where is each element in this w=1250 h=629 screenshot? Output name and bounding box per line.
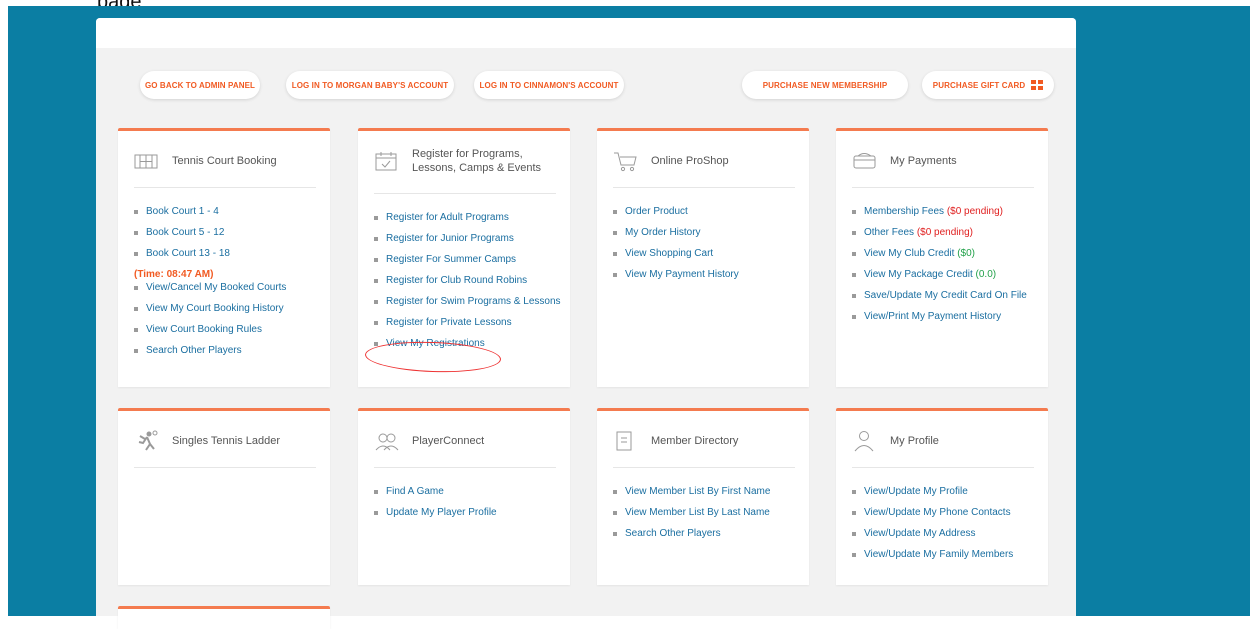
link-membership-fees[interactable]: Membership Fees ($0 pending) — [852, 205, 1042, 218]
divider — [374, 467, 556, 468]
link-update-phone-contacts[interactable]: View/Update My Phone Contacts — [852, 506, 1042, 519]
link-payment-history[interactable]: View/Print My Payment History — [852, 310, 1042, 323]
purchase-gift-card-button[interactable]: PURCHASE GIFT CARD — [922, 71, 1054, 99]
user-icon — [852, 430, 882, 452]
card-title-register: Register for Programs, Lessons, Camps & … — [374, 131, 554, 191]
link-other-fees[interactable]: Other Fees ($0 pending) — [852, 226, 1042, 239]
link-book-court-1-4[interactable]: Book Court 1 - 4 — [134, 205, 324, 218]
link-my-order-history[interactable]: My Order History — [613, 226, 803, 239]
link-view-shopping-cart[interactable]: View Shopping Cart — [613, 247, 803, 260]
club-credit-value: ($0) — [957, 248, 975, 259]
divider — [613, 187, 795, 188]
card-title-label: My Profile — [890, 435, 939, 447]
link-court-booking-rules[interactable]: View Court Booking Rules — [134, 323, 324, 336]
divider — [613, 467, 795, 468]
divider — [134, 187, 316, 188]
card-singles-tennis-ladder: Singles Tennis Ladder — [118, 408, 330, 585]
link-register-swim-programs[interactable]: Register for Swim Programs & Lessons — [374, 295, 564, 308]
link-card-on-file[interactable]: Save/Update My Credit Card On File — [852, 289, 1042, 302]
login-morgan-button[interactable]: LOG IN TO MORGAN BABY'S ACCOUNT — [286, 71, 454, 99]
link-view-cancel-booked-courts[interactable]: View/Cancel My Booked Courts — [134, 281, 324, 294]
playerconnect-links: Find A Game Update My Player Profile — [374, 485, 564, 527]
current-time-text: (Time: 08:47 AM) — [134, 269, 214, 280]
card-member-directory: Member Directory View Member List By Fir… — [597, 408, 809, 585]
membership-pending-badge: ($0 pending) — [946, 206, 1003, 217]
link-register-private-lessons[interactable]: Register for Private Lessons — [374, 316, 564, 329]
card-title-ladder: Singles Tennis Ladder — [134, 411, 314, 471]
card-my-profile: My Profile View/Update My Profile View/U… — [836, 408, 1048, 585]
divider — [852, 467, 1034, 468]
card-title-directory: Member Directory — [613, 411, 793, 471]
card-title-label: My Payments — [890, 155, 957, 167]
member-dashboard: GO BACK TO ADMIN PANEL LOG IN TO MORGAN … — [96, 18, 1076, 629]
link-member-list-first-name[interactable]: View Member List By First Name — [613, 485, 803, 498]
card-title-proshop: Online ProShop — [613, 131, 793, 191]
tennis-player-icon — [134, 430, 164, 452]
other-fees-label: Other Fees — [864, 227, 915, 238]
card-my-payments: My Payments Membership Fees ($0 pending)… — [836, 128, 1048, 387]
people-icon — [374, 430, 404, 452]
login-cinnamon-button[interactable]: LOG IN TO CINNAMON'S ACCOUNT — [474, 71, 624, 99]
link-book-court-13-18[interactable]: Book Court 13 - 18 — [134, 247, 324, 260]
gift-card-icon — [1031, 80, 1044, 90]
card-title-label: Register for Programs, Lessons, Camps & … — [412, 148, 542, 174]
link-order-product[interactable]: Order Product — [613, 205, 803, 218]
club-credit-label: View My Club Credit — [864, 248, 955, 259]
link-update-address[interactable]: View/Update My Address — [852, 527, 1042, 540]
card-title-label: Online ProShop — [651, 155, 729, 167]
register-links: Register for Adult Programs Register for… — [374, 211, 564, 358]
link-register-round-robins[interactable]: Register for Club Round Robins — [374, 274, 564, 287]
card-title-label: Member Directory — [651, 435, 739, 447]
directory-icon — [613, 430, 643, 452]
other-pending-badge: ($0 pending) — [916, 227, 973, 238]
link-register-junior-programs[interactable]: Register for Junior Programs — [374, 232, 564, 245]
membership-fees-label: Membership Fees — [864, 206, 945, 217]
link-update-profile[interactable]: View/Update My Profile — [852, 485, 1042, 498]
package-credit-value: (0.0) — [975, 269, 997, 280]
link-court-booking-history[interactable]: View My Court Booking History — [134, 302, 324, 315]
link-package-credit[interactable]: View My Package Credit (0.0) — [852, 268, 1042, 281]
card-title-label: Singles Tennis Ladder — [172, 435, 281, 447]
card-tennis-court-booking: Tennis Court Booking Book Court 1 - 4 Bo… — [118, 128, 330, 387]
link-book-court-5-12[interactable]: Book Court 5 - 12 — [134, 226, 324, 239]
link-search-other-players[interactable]: Search Other Players — [613, 527, 803, 540]
cart-icon — [613, 150, 643, 172]
card-title-profile: My Profile — [852, 411, 1032, 471]
link-club-credit[interactable]: View My Club Credit ($0) — [852, 247, 1042, 260]
purchase-membership-button[interactable]: PURCHASE NEW MEMBERSHIP — [742, 71, 908, 99]
card-online-proshop: Online ProShop Order Product My Order Hi… — [597, 128, 809, 387]
link-update-player-profile[interactable]: Update My Player Profile — [374, 506, 564, 519]
court-icon — [134, 150, 164, 172]
link-find-a-game[interactable]: Find A Game — [374, 485, 564, 498]
link-register-summer-camps[interactable]: Register For Summer Camps — [374, 253, 564, 266]
payment-icon — [852, 150, 882, 172]
divider — [134, 467, 316, 468]
link-view-payment-history[interactable]: View My Payment History — [613, 268, 803, 281]
link-member-list-last-name[interactable]: View Member List By Last Name — [613, 506, 803, 519]
panel-header — [96, 18, 1076, 48]
package-credit-label: View My Package Credit — [864, 269, 973, 280]
card-playerconnect: PlayerConnect Find A Game Update My Play… — [358, 408, 570, 585]
payments-links: Membership Fees ($0 pending) Other Fees … — [852, 205, 1042, 331]
link-update-family-members[interactable]: View/Update My Family Members — [852, 548, 1042, 561]
card-title-label: PlayerConnect — [412, 435, 485, 447]
divider — [374, 193, 556, 194]
calendar-icon — [374, 150, 404, 172]
card-title-playerconnect: PlayerConnect — [374, 411, 554, 471]
proshop-links: Order Product My Order History View Shop… — [613, 205, 803, 289]
card-title-tennis: Tennis Court Booking — [134, 131, 314, 191]
link-register-adult-programs[interactable]: Register for Adult Programs — [374, 211, 564, 224]
divider — [852, 187, 1034, 188]
link-search-other-players[interactable]: Search Other Players — [134, 344, 324, 357]
tennis-links: Book Court 1 - 4 Book Court 5 - 12 Book … — [134, 205, 324, 365]
card-title-label: Tennis Court Booking — [172, 155, 277, 167]
card-partial — [118, 606, 330, 629]
go-back-to-admin-button[interactable]: GO BACK TO ADMIN PANEL — [140, 71, 260, 99]
directory-links: View Member List By First Name View Memb… — [613, 485, 803, 548]
profile-links: View/Update My Profile View/Update My Ph… — [852, 485, 1042, 569]
purchase-gift-card-label: PURCHASE GIFT CARD — [932, 80, 1026, 90]
card-title-payments: My Payments — [852, 131, 1032, 191]
